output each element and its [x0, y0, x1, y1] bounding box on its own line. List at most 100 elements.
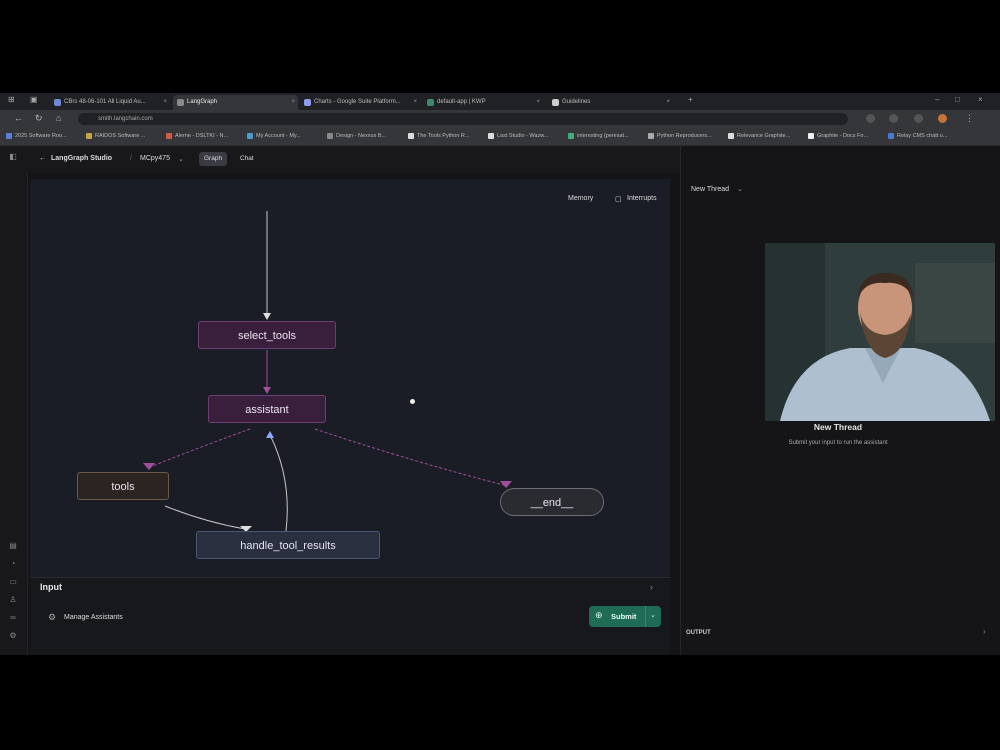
back-arrow-icon[interactable]: ← — [39, 155, 46, 162]
tab-favicon — [304, 99, 311, 106]
submit-label: Submit — [611, 612, 637, 621]
browser-tab-4[interactable]: default-app | KWP × — [423, 95, 543, 110]
tab-chat[interactable]: Chat — [235, 152, 259, 166]
new-tab-icon[interactable]: + — [688, 95, 693, 104]
empty-state-subtitle: Submit your input to run the assistant — [788, 440, 888, 446]
bookmark-label: Graphite - Docs Fo... — [817, 133, 869, 139]
chevron-right-icon[interactable]: › — [650, 582, 653, 592]
tray-icon[interactable]: ▭ — [8, 577, 18, 587]
minimize-icon[interactable]: – — [935, 95, 939, 104]
close-icon[interactable]: × — [413, 95, 417, 110]
bookmark-favicon — [247, 133, 253, 139]
close-icon[interactable]: × — [666, 95, 670, 110]
arrowhead — [266, 431, 274, 438]
bookmark-label: interesting (peresat... — [577, 133, 629, 139]
bookmark-label: RAIDOS Software ... — [95, 133, 146, 139]
bookmark-favicon — [568, 133, 574, 139]
bookmark-item[interactable]: 2025 Software Roo... — [6, 128, 89, 145]
chevron-down-icon[interactable]: ⌄ — [178, 155, 184, 163]
tab-groups-icon[interactable]: ▣ — [30, 95, 38, 104]
letterbox-top — [0, 0, 1000, 93]
node-assistant[interactable]: assistant — [208, 395, 326, 423]
bookmark-item[interactable]: Alerne - DSLTKI - N... — [166, 128, 251, 145]
bookmark-item[interactable]: Last Studio - Wazw... — [488, 128, 573, 145]
input-panel: Input › ⚙ Manage Assistants ⊕ Submit ⌄ — [30, 577, 670, 655]
menu-icon[interactable]: ⋮ — [965, 113, 974, 124]
bookmark-item[interactable]: Graphite - Docs Fo... — [808, 128, 893, 145]
close-icon[interactable]: × — [291, 95, 295, 110]
arrowhead — [143, 463, 155, 470]
bookmark-item[interactable]: interesting (peresat... — [568, 128, 653, 145]
bookmark-item[interactable]: Python Reproducers... — [648, 128, 733, 145]
node-select-tools[interactable]: select_tools — [198, 321, 336, 349]
arrowhead — [263, 387, 271, 394]
bookmark-item[interactable]: Relevance Graphite... — [728, 128, 813, 145]
maximize-icon[interactable]: □ — [955, 95, 960, 104]
home-icon[interactable]: ⌂ — [56, 113, 61, 123]
left-rail: ◧ ▤ ◔ ▭ ♙ ∞ ⚙ — [0, 146, 28, 655]
manage-assistants-button[interactable]: Manage Assistants — [64, 614, 123, 621]
window-close-icon[interactable]: × — [978, 95, 983, 104]
submit-button[interactable]: ⊕ Submit ⌄ — [589, 606, 661, 627]
chevron-right-icon[interactable]: › — [983, 627, 986, 636]
chevron-down-icon[interactable]: ⌄ — [737, 185, 743, 193]
extension-icon[interactable] — [866, 114, 875, 123]
tab-favicon — [427, 99, 434, 106]
mouse-cursor — [410, 399, 415, 404]
empty-state-title: New Thread — [813, 422, 863, 432]
bookmark-item[interactable]: Relay CMS chatt u... — [888, 128, 973, 145]
divider — [645, 606, 646, 627]
bookmark-item[interactable]: Design - Nexxus B... — [327, 128, 412, 145]
bookmark-favicon — [408, 133, 414, 139]
sidebar-toggle-icon[interactable]: ◧ — [8, 152, 18, 162]
url-text: smith.langchain.com — [98, 116, 153, 122]
submit-icon: ⊕ — [595, 610, 603, 620]
browser-tab-1[interactable]: CBrs 48-06-101 All Liquid Au... × — [50, 95, 170, 110]
close-icon[interactable]: × — [536, 95, 540, 110]
edge-assistant-tools — [149, 428, 251, 468]
arrowhead — [500, 481, 512, 488]
browser-tab-5[interactable]: Guidelines × — [548, 95, 673, 110]
tab-search-icon[interactable]: ⊞ — [8, 95, 15, 104]
bookmarks-bar: 2025 Software Roo... RAIDOS Software ...… — [0, 128, 1000, 146]
docs-icon[interactable]: ▤ — [8, 541, 18, 551]
profile-avatar[interactable] — [938, 114, 947, 123]
divider: / — [130, 155, 132, 162]
address-bar[interactable]: smith.langchain.com — [78, 113, 848, 125]
gear-icon[interactable]: ⚙ — [48, 612, 56, 623]
back-icon[interactable]: ← — [14, 113, 23, 123]
product-name[interactable]: LangGraph Studio — [51, 155, 112, 162]
browser-tab-2[interactable]: LangGraph × — [173, 95, 298, 110]
tab-label: default-app | KWP — [437, 99, 486, 105]
tab-label: LangGraph — [187, 99, 218, 105]
bookmark-label: Relay CMS chatt u... — [897, 133, 948, 139]
reload-icon[interactable]: ↻ — [35, 113, 43, 124]
node-end[interactable]: __end__ — [500, 488, 604, 516]
chevron-down-icon[interactable]: ⌄ — [650, 611, 656, 619]
bookmark-item[interactable]: RAIDOS Software ... — [86, 128, 171, 145]
bookmark-item[interactable]: My Account - My... — [247, 128, 332, 145]
browser-tab-strip: ⊞ ▣ CBrs 48-06-101 All Liquid Au... × La… — [0, 93, 1000, 110]
bookmark-item[interactable]: The Tools Python R... — [408, 128, 493, 145]
input-label: Input — [40, 582, 62, 592]
settings-icon[interactable]: ⚙ — [8, 631, 18, 641]
tab-graph[interactable]: Graph — [199, 152, 228, 166]
thread-selector[interactable]: New Thread — [691, 186, 729, 193]
extension-icon[interactable] — [914, 114, 923, 123]
link-icon[interactable]: ∞ — [8, 613, 18, 623]
browser-tab-3[interactable]: Charts - Google Suite Platform... × — [300, 95, 420, 110]
bell-icon[interactable]: ◔ — [8, 559, 18, 569]
bookmark-favicon — [648, 133, 654, 139]
extension-icon[interactable] — [889, 114, 898, 123]
node-tools[interactable]: tools — [77, 472, 169, 500]
bookmark-label: The Tools Python R... — [417, 133, 470, 139]
graph-canvas[interactable]: Memory ▢ Interrupts select_tools assista… — [30, 179, 670, 577]
user-icon[interactable]: ♙ — [8, 595, 18, 605]
bookmark-favicon — [86, 133, 92, 139]
app-header: ← LangGraph Studio / MCpy475 ⌄ Graph Cha… — [27, 146, 763, 173]
bookmark-favicon — [728, 133, 734, 139]
close-icon[interactable]: × — [163, 95, 167, 110]
edge-assistant-end — [314, 428, 509, 487]
graph-selector[interactable]: MCpy475 — [140, 155, 170, 162]
node-handle-tool-results[interactable]: handle_tool_results — [196, 531, 380, 559]
